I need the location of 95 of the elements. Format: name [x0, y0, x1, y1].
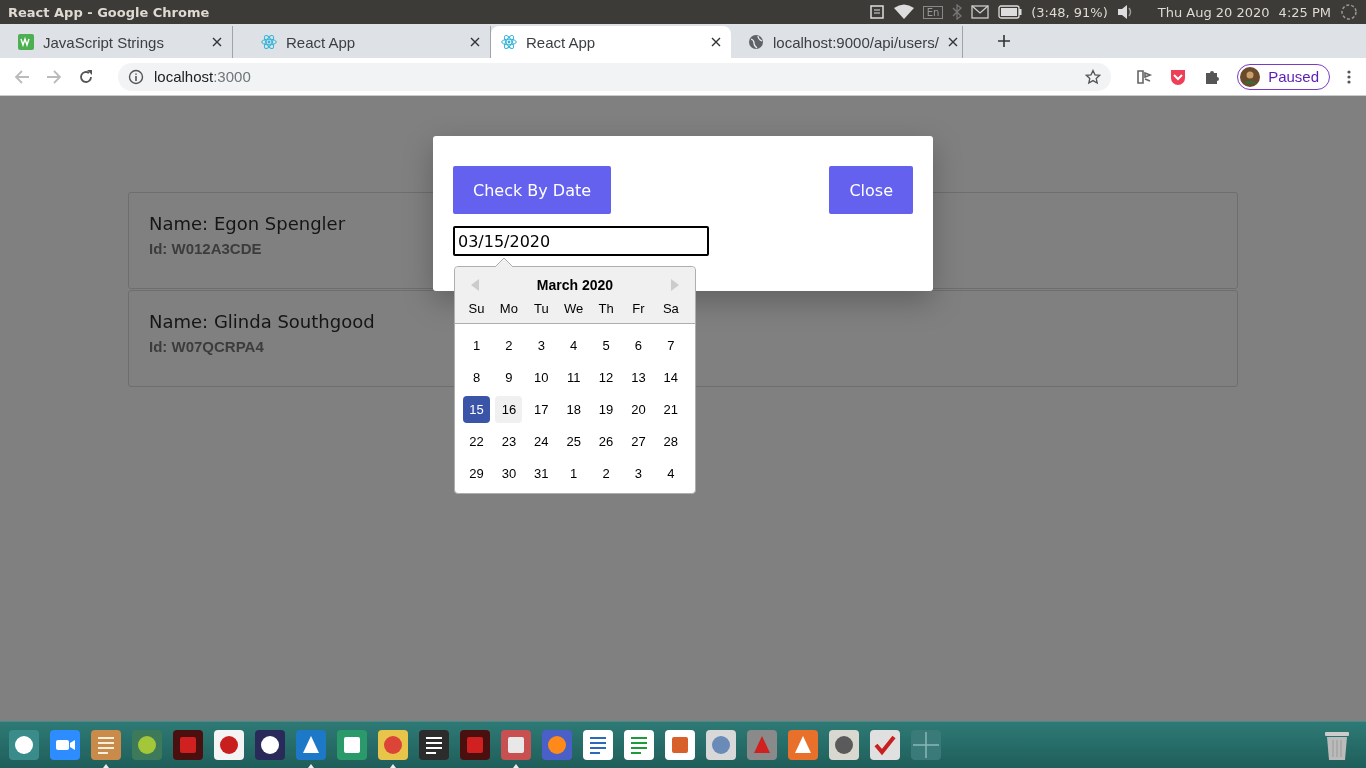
calendar-day[interactable]: 26: [592, 428, 620, 455]
globe-icon: [748, 34, 764, 50]
profile-button[interactable]: Paused: [1237, 63, 1330, 90]
bluetooth-icon[interactable]: [952, 4, 963, 20]
close-icon[interactable]: [947, 37, 958, 47]
clipboard-icon[interactable]: [868, 4, 885, 20]
weekday-label: Th: [598, 301, 614, 317]
calendar-day[interactable]: 9: [495, 364, 523, 391]
calendar-day[interactable]: 3: [624, 460, 652, 487]
avatar-icon: [1240, 66, 1261, 87]
check-by-date-button[interactable]: Check By Date: [453, 166, 612, 214]
calendar-day[interactable]: 28: [657, 428, 685, 455]
calendar-day[interactable]: 11: [560, 364, 588, 391]
window-icon[interactable]: [172, 729, 204, 761]
calendar-day[interactable]: 15: [463, 396, 490, 423]
calendar-day[interactable]: 20: [624, 396, 652, 423]
calendar-day[interactable]: 12: [592, 364, 620, 391]
text-document-icon[interactable]: [582, 729, 614, 761]
url-text: localhost:3000: [154, 68, 252, 85]
calendar-day[interactable]: 21: [657, 396, 685, 423]
atom-icon: [501, 34, 517, 50]
date-input-field[interactable]: 03/15/2020: [453, 226, 709, 256]
user-name: Name: Egon Spengler: [149, 213, 346, 234]
calendar-day[interactable]: 22: [463, 428, 490, 455]
calendar-day[interactable]: 3: [527, 332, 555, 359]
battery-icon[interactable]: [998, 5, 1023, 19]
checkmark-icon[interactable]: [869, 729, 901, 761]
calendar-day[interactable]: 6: [624, 332, 652, 359]
calendar-day[interactable]: 27: [624, 428, 652, 455]
bookmark-icon[interactable]: [1169, 67, 1188, 86]
tab-title: React App: [286, 33, 357, 51]
calendar-day[interactable]: 23: [495, 428, 523, 455]
month-title: March 2020: [536, 277, 614, 293]
video-camera-icon[interactable]: [49, 729, 81, 761]
calendar-day[interactable]: 1: [463, 332, 490, 359]
tab-title: localhost:9000/api/users/: [773, 33, 939, 51]
date-text[interactable]: Thu Aug 20 2020: [1157, 4, 1270, 20]
calendar-day[interactable]: 7: [657, 332, 685, 359]
weekday-label: Fr: [632, 301, 645, 317]
calendar-day[interactable]: 24: [527, 428, 555, 455]
calendar-day[interactable]: 5: [592, 332, 620, 359]
square-app-icon[interactable]: [336, 729, 368, 761]
tab-title: React App: [526, 33, 597, 51]
calendar-day[interactable]: 10: [527, 364, 555, 391]
calendar-day[interactable]: 25: [560, 428, 588, 455]
keyboard-layout-indicator[interactable]: En: [922, 5, 944, 19]
calendar-day[interactable]: 16: [495, 396, 523, 423]
weekday-label: Su: [468, 301, 485, 317]
reload-icon[interactable]: [78, 68, 94, 85]
notepad-icon[interactable]: [90, 729, 122, 761]
calendar-day[interactable]: 19: [592, 396, 620, 423]
mail-icon[interactable]: [971, 5, 990, 19]
calendar-day[interactable]: 13: [624, 364, 652, 391]
trash-icon[interactable]: [1322, 729, 1352, 761]
star-icon[interactable]: [1085, 68, 1102, 85]
browser-tab[interactable]: React App: [491, 26, 731, 58]
window-icon[interactable]: [459, 729, 491, 761]
launcher-icon[interactable]: [8, 729, 40, 761]
tab-title: JavaScript Strings: [43, 33, 165, 51]
battery-status[interactable]: (3:48, 91%): [1031, 4, 1108, 20]
user-name: Name: Glinda Southgood: [149, 311, 375, 332]
calendar-day[interactable]: 2: [495, 332, 523, 359]
user-id: Id: W07QCRPA4: [149, 338, 264, 355]
calendar-day[interactable]: 30: [495, 460, 523, 487]
close-icon[interactable]: [711, 37, 721, 47]
weekday-label: Sa: [662, 301, 679, 317]
user-id: Id: W012A3CDE: [149, 240, 262, 257]
calendar-day[interactable]: 2: [592, 460, 620, 487]
spreadsheet-icon[interactable]: [623, 729, 655, 761]
weekday-label: Mo: [499, 301, 518, 317]
calendar-day[interactable]: 8: [463, 364, 490, 391]
calendar-day[interactable]: 18: [560, 396, 588, 423]
window-title: React App - Google Chrome: [8, 4, 210, 20]
address-bar[interactable]: localhost:3000: [118, 62, 1112, 91]
close-icon[interactable]: [470, 37, 480, 47]
clock-text[interactable]: 4:25 PM: [1278, 4, 1331, 20]
wifi-icon[interactable]: [893, 4, 914, 20]
weekday-label: We: [564, 301, 584, 317]
calendar-day[interactable]: 31: [527, 460, 555, 487]
atom-icon: [261, 34, 277, 50]
calendar-day[interactable]: 17: [527, 396, 555, 423]
calendar-day[interactable]: 1: [560, 460, 588, 487]
weekday-label: Tu: [533, 301, 549, 317]
plus-icon[interactable]: [997, 34, 1011, 48]
close-icon[interactable]: [212, 37, 222, 47]
favicon-icon: [18, 34, 34, 50]
info-icon: [128, 68, 144, 85]
workspace-icon[interactable]: [910, 729, 942, 761]
calendar-day[interactable]: 4: [560, 332, 588, 359]
calendar-day[interactable]: 14: [657, 364, 685, 391]
calendar-day[interactable]: 29: [463, 460, 490, 487]
close-button[interactable]: Close: [829, 166, 913, 214]
terminal-icon[interactable]: [418, 729, 450, 761]
menu-icon[interactable]: [1346, 68, 1352, 85]
calendar-day[interactable]: 4: [657, 460, 685, 487]
